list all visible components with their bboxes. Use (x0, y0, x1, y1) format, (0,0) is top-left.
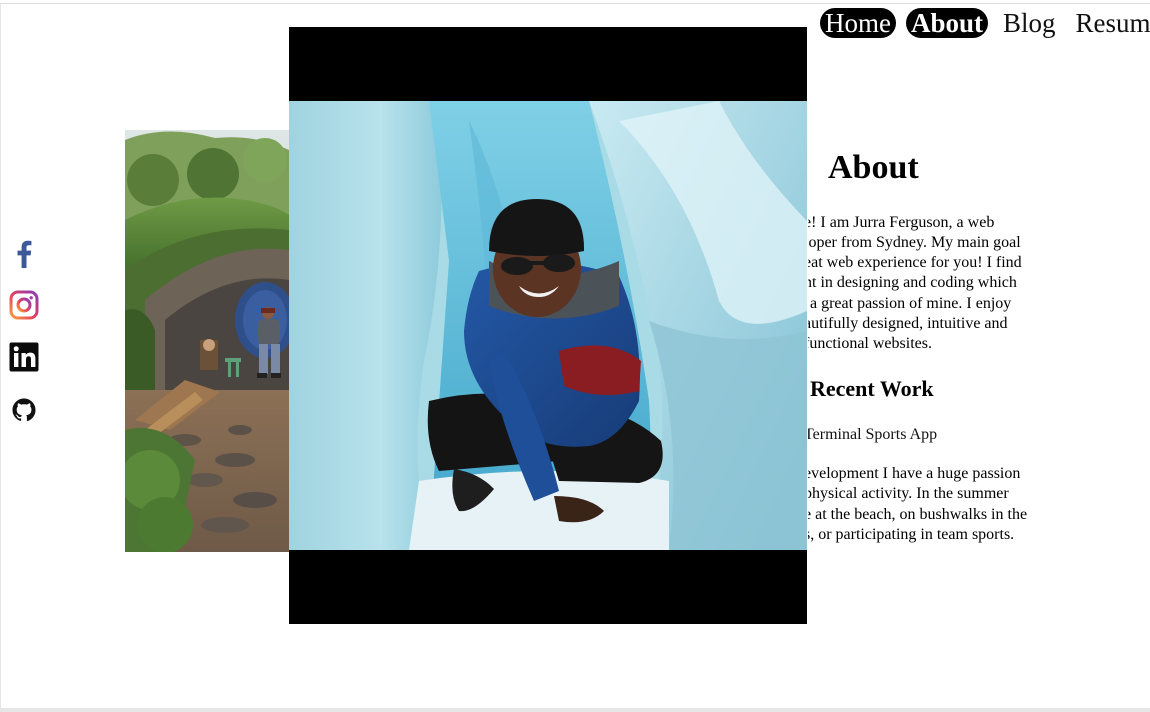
hobby-line: s, or participating in team sports. (808, 526, 1015, 543)
nav-blog[interactable]: Blog (998, 8, 1061, 38)
about-intro-line: e! I am Jurra Ferguson, a web (808, 214, 995, 231)
project-terminal-sports-link[interactable]: Terminal Sports App (808, 426, 937, 444)
main-nav: Home About Blog Resume (820, 8, 1150, 38)
about-section: About e! I am Jurra Ferguson, a web lope… (808, 140, 1058, 560)
nav-about[interactable]: About (905, 8, 989, 38)
about-intro-line: functional websites. (808, 335, 932, 352)
ice-cave-photo (289, 27, 807, 624)
hobby-line: physical activity. In the summer (808, 485, 1009, 502)
page: Home About Blog Resume (0, 0, 1150, 712)
github-icon (12, 398, 36, 422)
about-intro-line: autifully designed, intuitive and (808, 315, 1008, 332)
window-border-top (0, 3, 1150, 4)
hobbit-house-photo (125, 130, 289, 552)
hobby-line: e at the beach, on bushwalks in the (808, 506, 1028, 523)
nav-home[interactable]: Home (820, 8, 896, 38)
about-heading: About (828, 149, 919, 186)
about-intro-line: nt in designing and coding which (808, 274, 1017, 291)
facebook-link[interactable] (8, 238, 40, 270)
instagram-icon (9, 290, 39, 320)
about-intro-line: eat web experience for you! I find (808, 254, 1022, 271)
facebook-icon (17, 240, 32, 268)
about-intro-line: a great passion of mine. I enjoy (810, 295, 1012, 312)
nav-resume[interactable]: Resume (1071, 8, 1150, 38)
github-link[interactable] (8, 394, 40, 426)
window-border-bottom (0, 708, 1150, 712)
instagram-link[interactable] (8, 289, 40, 321)
window-border-left (0, 3, 1, 709)
hobby-line: evelopment I have a huge passion (808, 465, 1021, 482)
recent-work-heading: Recent Work (810, 376, 934, 401)
linkedin-link[interactable] (8, 341, 40, 373)
linkedin-icon (9, 342, 39, 372)
about-intro-line: loper from Sydney. My main goal (808, 234, 1021, 251)
